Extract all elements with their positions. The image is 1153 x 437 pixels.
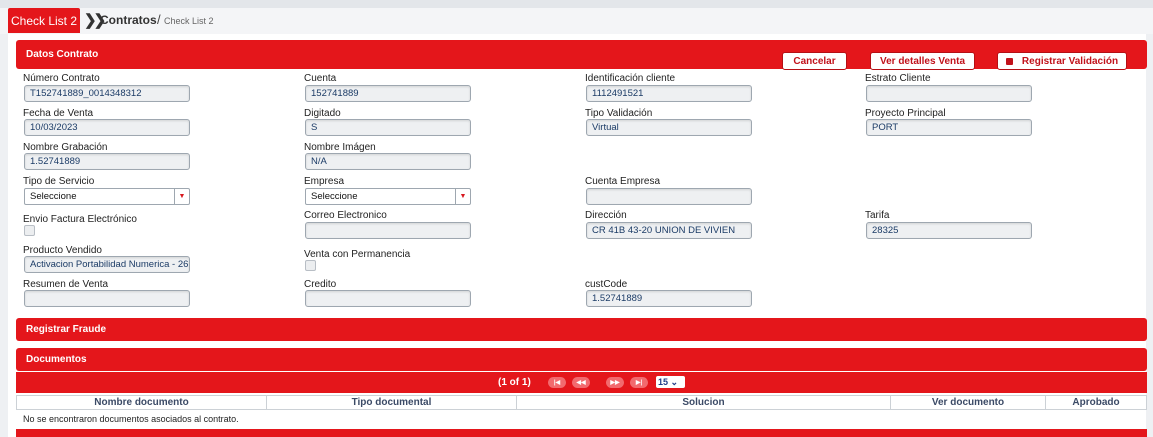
permanencia-label: Venta con Permanencia — [304, 249, 411, 260]
proyecto-field[interactable]: PORT — [866, 119, 1032, 136]
tipo-servicio-select[interactable]: Seleccione ▼ — [24, 188, 190, 205]
resumen-label: Resumen de Venta — [23, 279, 109, 290]
correo-field[interactable] — [305, 222, 471, 239]
cuenta-field[interactable]: 152741889 — [305, 85, 471, 102]
producto-label: Producto Vendido — [23, 245, 102, 256]
datos-contrato-header: Datos Contrato Cancelar Ver detalles Ven… — [16, 40, 1147, 70]
rows-per-page-select[interactable]: 15 ⌄ — [656, 376, 685, 388]
documentos-table-header: Nombre documento Tipo documental Solucio… — [16, 395, 1147, 410]
next-page-icon[interactable]: ▶▶ — [606, 377, 624, 388]
documentos-title: Documentos — [26, 354, 87, 365]
main-panel: Datos Contrato Cancelar Ver detalles Ven… — [8, 34, 1147, 437]
fecha-venta-label: Fecha de Venta — [23, 108, 94, 119]
cuenta-label: Cuenta — [304, 73, 337, 84]
chevron-down-icon: ⌄ — [670, 376, 679, 387]
custcode-label: custCode — [585, 279, 628, 290]
registrar-fraude-title: Registrar Fraude — [26, 324, 107, 335]
tab-check-list-2[interactable]: Check List 2 — [8, 8, 80, 33]
chevron-down-icon[interactable]: ▼ — [174, 189, 189, 204]
col-nombre-documento[interactable]: Nombre documento — [17, 396, 267, 409]
top-strip — [0, 0, 1153, 8]
empresa-select[interactable]: Seleccione ▼ — [305, 188, 471, 205]
ver-detalles-venta-button[interactable]: Ver detalles Venta — [870, 52, 975, 70]
permanencia-checkbox[interactable] — [305, 260, 316, 271]
nombre-grabacion-field[interactable]: 1.52741889 — [24, 153, 190, 170]
resumen-field[interactable] — [24, 290, 190, 307]
nombre-imagen-field[interactable]: N/A — [305, 153, 471, 170]
breadcrumb-contratos[interactable]: Contratos — [100, 13, 157, 27]
tarifa-field[interactable]: 28325 — [866, 222, 1032, 239]
cuenta-empresa-field[interactable] — [586, 188, 752, 205]
direccion-field[interactable]: CR 41B 43-20 UNION DE VIVIEN — [586, 222, 752, 239]
rows-per-page-value: 15 — [658, 377, 669, 387]
tipo-validacion-label: Tipo Validación — [585, 108, 653, 119]
documentos-header[interactable]: Documentos — [16, 348, 1147, 371]
save-icon — [1005, 57, 1013, 65]
empty-message: No se encontraron documentos asociados a… — [23, 414, 239, 424]
numero-contrato-label: Número Contrato — [23, 73, 100, 84]
proyecto-label: Proyecto Principal — [865, 108, 946, 119]
tipo-servicio-label: Tipo de Servicio — [23, 176, 95, 187]
estrato-field[interactable] — [866, 85, 1032, 102]
credito-label: Credito — [304, 279, 337, 290]
chevron-down-icon[interactable]: ▼ — [455, 189, 470, 204]
cuenta-empresa-label: Cuenta Empresa — [585, 176, 661, 187]
envio-factura-label: Envio Factura Electrónico — [23, 214, 137, 225]
identificacion-field[interactable]: 1112491521 — [586, 85, 752, 102]
tipo-validacion-field[interactable]: Virtual — [586, 119, 752, 136]
page-info: (1 of 1) — [498, 377, 531, 388]
top-bar: Check List 2 ❯❯ Contratos / Check List 2 — [0, 0, 1153, 34]
registrar-validacion-label: Registrar Validación — [1021, 55, 1119, 67]
first-page-icon[interactable]: |◀ — [548, 377, 566, 388]
digitado-field[interactable]: S — [305, 119, 471, 136]
credito-field[interactable] — [305, 290, 471, 307]
correo-label: Correo Electronico — [304, 210, 387, 221]
empresa-label: Empresa — [304, 176, 345, 187]
custcode-field[interactable]: 1.52741889 — [586, 290, 752, 307]
digitado-label: Digitado — [304, 108, 341, 119]
datos-contrato-title: Datos Contrato — [26, 49, 99, 60]
identificacion-label: Identificación cliente — [585, 73, 676, 84]
nombre-grabacion-label: Nombre Grabación — [23, 142, 108, 153]
col-aprobado[interactable]: Aprobado — [1046, 396, 1146, 409]
fecha-venta-field[interactable]: 10/03/2023 — [24, 119, 190, 136]
numero-contrato-field[interactable]: T152741889_0014348312 — [24, 85, 190, 102]
breadcrumb-slash: / — [157, 12, 161, 27]
envio-factura-checkbox[interactable] — [24, 225, 35, 236]
documentos-paginator: (1 of 1) |◀ ◀◀ ▶▶ ▶| 15 ⌄ — [16, 372, 1147, 393]
previous-page-icon[interactable]: ◀◀ — [572, 377, 590, 388]
nombre-imagen-label: Nombre Imágen — [304, 142, 376, 153]
col-ver-documento[interactable]: Ver documento — [891, 396, 1046, 409]
registrar-validacion-button[interactable]: Registrar Validación — [997, 52, 1127, 70]
tipo-servicio-value: Seleccione — [30, 191, 77, 202]
producto-field[interactable]: Activacion Portabilidad Numerica - 26 — [24, 256, 190, 273]
last-page-icon[interactable]: ▶| — [630, 377, 648, 388]
col-solucion[interactable]: Solucion — [517, 396, 891, 409]
tarifa-label: Tarifa — [865, 210, 890, 221]
direccion-label: Dirección — [585, 210, 627, 221]
breadcrumb-current: Check List 2 — [164, 16, 214, 26]
estrato-label: Estrato Cliente — [865, 73, 931, 84]
registrar-fraude-header[interactable]: Registrar Fraude — [16, 318, 1147, 341]
documentos-paginator-bottom — [16, 429, 1147, 437]
col-tipo-documental[interactable]: Tipo documental — [267, 396, 517, 409]
cancel-button[interactable]: Cancelar — [782, 52, 847, 70]
empresa-value: Seleccione — [311, 191, 358, 202]
